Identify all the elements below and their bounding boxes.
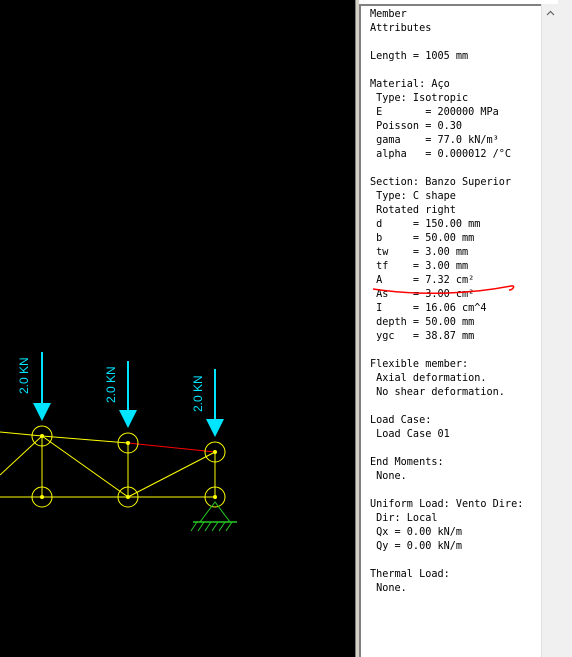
attribute-line: Type: Isotropic <box>370 93 469 104</box>
attribute-line: Length = 1005 mm <box>370 51 469 62</box>
attribute-line: None. <box>370 471 407 482</box>
attribute-line <box>370 162 523 176</box>
attribute-line: A = 7.32 cm² <box>370 275 475 286</box>
diagonal-member-2[interactable] <box>127 451 216 498</box>
panel-scrollbar[interactable] <box>541 4 558 657</box>
attribute-line: None. <box>370 583 407 594</box>
attribute-line: Section: Banzo Superior <box>370 177 512 188</box>
attribute-line: gama = 77.0 kN/m³ <box>370 135 499 146</box>
attribute-line: Qy = 0.00 kN/m <box>370 541 463 552</box>
attribute-line <box>370 442 523 456</box>
load-label-2: 2.0 KN <box>104 366 118 403</box>
attribute-line <box>370 484 523 498</box>
attribute-line: depth = 50.00 mm <box>370 317 475 328</box>
chevron-up-icon <box>546 10 554 15</box>
attribute-line: Thermal Load: <box>370 569 450 580</box>
attribute-line: Member <box>370 9 407 20</box>
load-arrow-2[interactable]: 2.0 KN <box>104 361 137 428</box>
attribute-line <box>370 554 523 568</box>
diagonal-left-stub[interactable] <box>0 435 43 476</box>
scroll-up-button[interactable] <box>542 4 558 21</box>
attribute-line: Rotated right <box>370 205 456 216</box>
attribute-line: Material: Aço <box>370 79 450 90</box>
attribute-line <box>370 64 523 78</box>
load-label-3: 2.0 KN <box>191 375 205 412</box>
attribute-line: Load Case: <box>370 415 432 426</box>
top-chord-left-stub[interactable] <box>0 431 43 437</box>
attribute-line: Dir: Local <box>370 513 438 524</box>
attribute-line: tf = 3.00 mm <box>370 261 469 272</box>
attribute-line: Type: C shape <box>370 191 456 202</box>
model-canvas[interactable]: 2.0 KN 2.0 KN 2.0 KN <box>0 0 355 657</box>
load-label-1: 2.0 KN <box>17 357 31 394</box>
attribute-line: d = 150.00 mm <box>370 219 481 230</box>
member-attributes-text: Member Attributes Length = 1005 mm Materi… <box>370 8 523 596</box>
load-arrow-1[interactable]: 2.0 KN <box>17 352 51 421</box>
point-loads[interactable]: 2.0 KN 2.0 KN 2.0 KN <box>17 352 224 437</box>
attribute-line: Attributes <box>370 23 432 34</box>
load-arrow-3[interactable]: 2.0 KN <box>191 369 224 437</box>
attribute-line: Axial deformation. <box>370 373 487 384</box>
attribute-line: Poisson = 0.30 <box>370 121 463 132</box>
attribute-line: I = 16.06 cm^4 <box>370 303 487 314</box>
attribute-line: Load Case 01 <box>370 429 450 440</box>
window-edge <box>558 0 572 657</box>
top-chord-member-1[interactable] <box>41 435 129 444</box>
attribute-line: Qx = 0.00 kN/m <box>370 527 463 538</box>
attribute-line <box>370 36 523 50</box>
top-chord-member-selected[interactable] <box>127 442 216 453</box>
attribute-line: b = 50.00 mm <box>370 233 475 244</box>
member-attributes-panel[interactable]: Member Attributes Length = 1005 mm Materi… <box>359 4 560 657</box>
attribute-line <box>370 400 523 414</box>
attribute-line: tw = 3.00 mm <box>370 247 469 258</box>
diagonal-member-1[interactable] <box>41 435 129 498</box>
attribute-line: E = 200000 MPa <box>370 107 499 118</box>
attribute-line: End Moments: <box>370 457 444 468</box>
attribute-line <box>370 344 523 358</box>
pin-support-icon[interactable] <box>190 501 237 532</box>
attribute-line: As = 3.00 cm² <box>370 289 475 300</box>
truss-drawing[interactable]: 2.0 KN 2.0 KN 2.0 KN <box>0 0 355 657</box>
attribute-line: ygc = 38.87 mm <box>370 331 475 342</box>
attribute-line: Flexible member: <box>370 359 469 370</box>
attribute-line: Uniform Load: Vento Dire: <box>370 499 524 510</box>
truss-members[interactable] <box>0 431 216 498</box>
attribute-line: No shear deformation. <box>370 387 505 398</box>
attribute-line: alpha = 0.000012 /°C <box>370 149 512 160</box>
